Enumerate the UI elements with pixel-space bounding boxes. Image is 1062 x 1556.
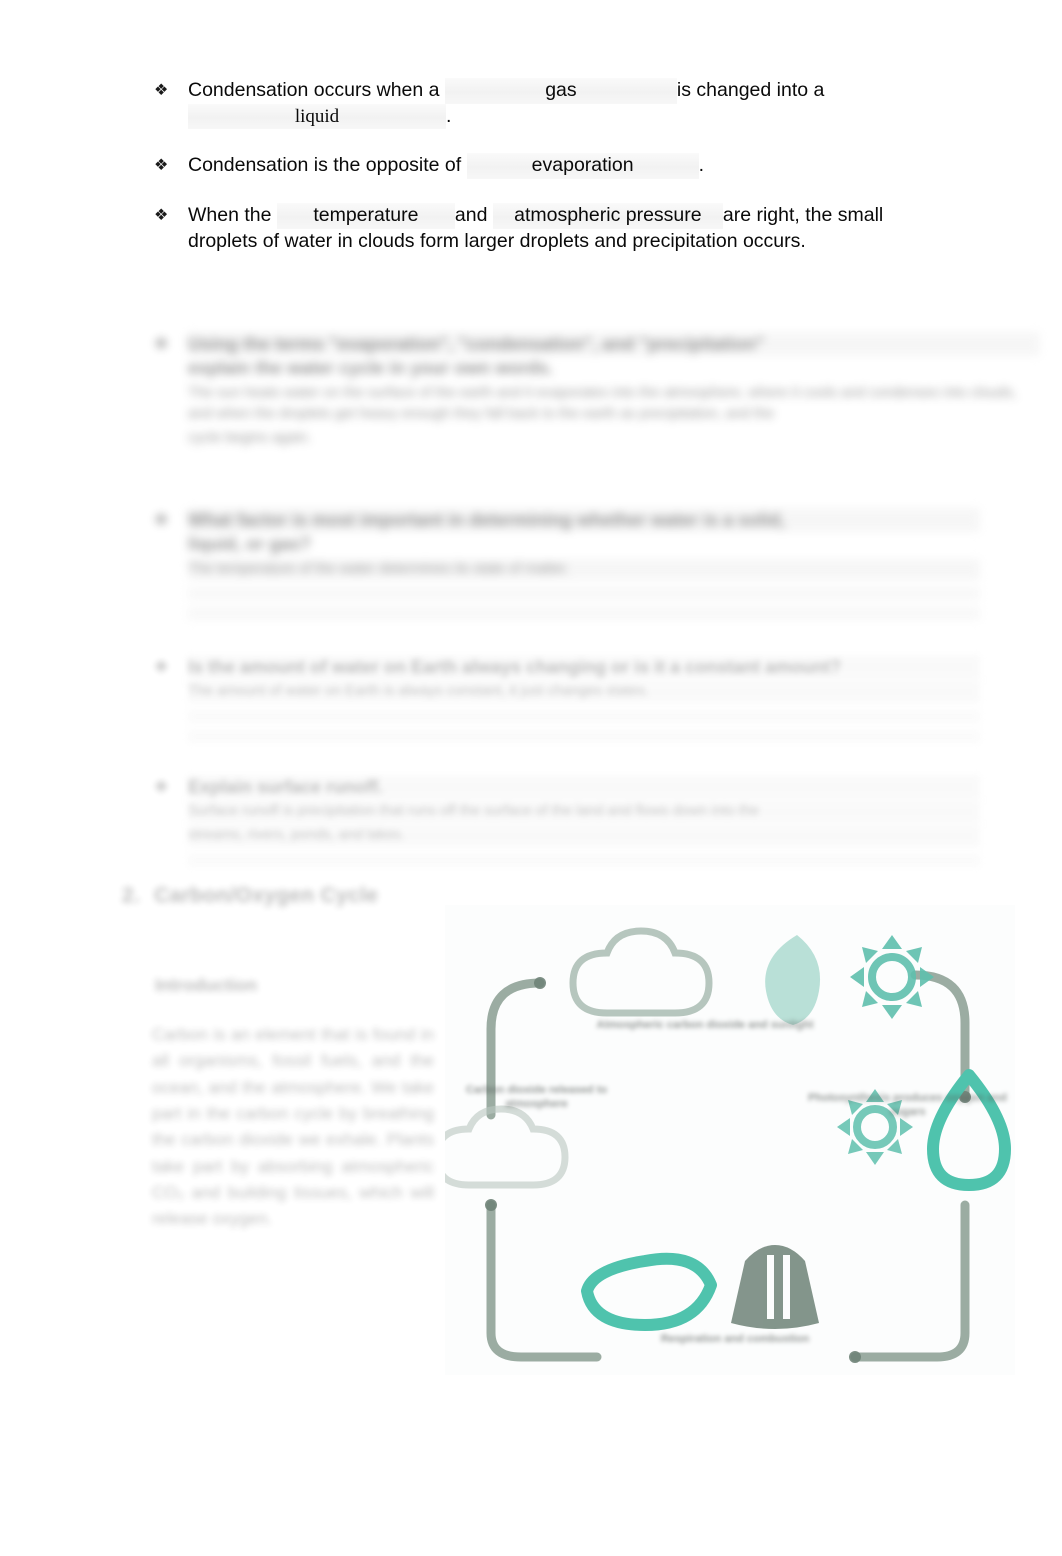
leaf-icon-top: [765, 935, 821, 1025]
bullet-icon: ❖: [154, 207, 169, 225]
question-prompt-line-1: What factor is most important in determi…: [188, 508, 980, 533]
section-heading: 2. Carbon/Oxygen Cycle: [122, 884, 378, 908]
answer-rule-line[interactable]: [188, 730, 980, 744]
student-answer-line-1[interactable]: The temperature of the water determines …: [188, 558, 980, 581]
question-text-mid: is changed into a: [676, 79, 825, 101]
carbon-oxygen-cycle-diagram: Atmospheric carbon dioxide and sunlight …: [445, 905, 1015, 1375]
bullet-icon: ❖: [154, 336, 169, 353]
student-answer-line-2[interactable]: cycle begins again.: [188, 428, 1040, 450]
arrow-head-left-top: [534, 977, 546, 989]
blurred-question-water-state-factor: ❖ What factor is most important in deter…: [150, 508, 980, 621]
bullet-icon: ❖: [154, 82, 169, 99]
question-condensation-opposite: ❖ Condensation is the opposite of evapora…: [150, 153, 890, 180]
arrow-right-top: [910, 970, 970, 1102]
arrow-head-left-bottom: [485, 1199, 497, 1211]
student-answer-line-2[interactable]: streams, rivers, ponds, and lakes.: [188, 825, 980, 847]
student-answer-line-1[interactable]: The amount of water on Earth is always c…: [188, 681, 980, 704]
section-title: Carbon/Oxygen Cycle: [154, 884, 379, 907]
question-prompt-line-1: Explain surface runoff.: [188, 775, 980, 800]
question-text-post: .: [446, 104, 452, 127]
introduction-subheading: Introduction: [155, 975, 258, 995]
cloud-icon-left: [445, 1105, 569, 1189]
question-prompt-line-1: Is the amount of water on Earth always c…: [188, 655, 980, 680]
blurred-question-water-cycle-terms: ❖ Using the terms "evaporation", "conden…: [150, 332, 1040, 450]
arrow-left-bottom: [486, 1200, 602, 1362]
diagram-label-top: Atmospheric carbon dioxide and sunlight: [596, 1019, 814, 1031]
answer-blank-atmospheric-pressure[interactable]: atmospheric pressure: [492, 203, 723, 229]
answer-blank-temperature[interactable]: temperature: [276, 203, 455, 229]
question-text-mid: and: [454, 204, 488, 227]
leaf-icon-bottom: [581, 1252, 717, 1331]
bullet-icon: ❖: [154, 512, 169, 529]
arrow-head-right-bottom: [849, 1351, 861, 1363]
section-number: 2.: [122, 884, 141, 907]
answer-rule-line[interactable]: [188, 607, 980, 621]
question-precipitation-conditions: ❖ When the temperature and atmospheric pre…: [150, 203, 890, 254]
diagram-label-bottom: Respiration and combustion: [660, 1333, 810, 1345]
diagram-label-right: Photosynthesis produces oxygen and sugar…: [808, 1092, 1007, 1119]
sun-icon-top: [850, 935, 934, 1019]
answer-rule-line[interactable]: [188, 853, 980, 867]
question-prompt-line-2: liquid, or gas?: [188, 534, 312, 555]
document-page: ❖ Condensation occurs when a gas is change…: [0, 0, 1062, 1556]
question-text-pre: When the: [188, 204, 272, 227]
arrow-right-bottom: [850, 1200, 970, 1362]
answered-question-list: ❖ Condensation occurs when a gas is change…: [150, 78, 890, 279]
question-prompt-line-2: explain the water cycle in your own word…: [188, 358, 554, 379]
blurred-question-define-surface-runoff: ❖ Explain surface runoff. Surface runoff…: [150, 775, 980, 867]
student-answer-line-1[interactable]: Surface runoff is precipitation that run…: [188, 801, 980, 824]
question-text-pre: Condensation occurs when a: [188, 79, 440, 101]
bullet-icon: ❖: [154, 157, 169, 175]
factory-icon-bottom: [731, 1245, 819, 1329]
answer-blank-gas[interactable]: gas: [444, 78, 677, 104]
blurred-question-water-amount-constant: ❖ Is the amount of water on Earth always…: [150, 655, 980, 744]
answer-rule-line[interactable]: [188, 710, 980, 724]
diagram-label-left: Carbon dioxide released to atmosphere: [465, 1084, 608, 1111]
student-answer-line-1[interactable]: The sun heats water on the surface of th…: [188, 383, 1040, 427]
question-text-post: .: [698, 154, 705, 177]
question-prompt-line-1: Using the terms "evaporation", "condensa…: [188, 332, 1040, 357]
answer-rule-line[interactable]: [188, 587, 980, 601]
bullet-icon: ❖: [154, 659, 169, 676]
bullet-icon: ❖: [154, 779, 169, 796]
question-condensation-definition: ❖ Condensation occurs when a gas is change…: [150, 78, 890, 129]
answer-blank-evaporation[interactable]: evaporation: [466, 153, 699, 180]
cloud-icon-top: [569, 927, 713, 1017]
introduction-body-text: Carbon is an element that is found in al…: [152, 1025, 434, 1229]
answer-blank-liquid[interactable]: liquid: [188, 103, 446, 129]
question-text-pre: Condensation is the opposite of: [188, 154, 462, 177]
cycle-arrow-graphic: [445, 927, 1011, 1363]
